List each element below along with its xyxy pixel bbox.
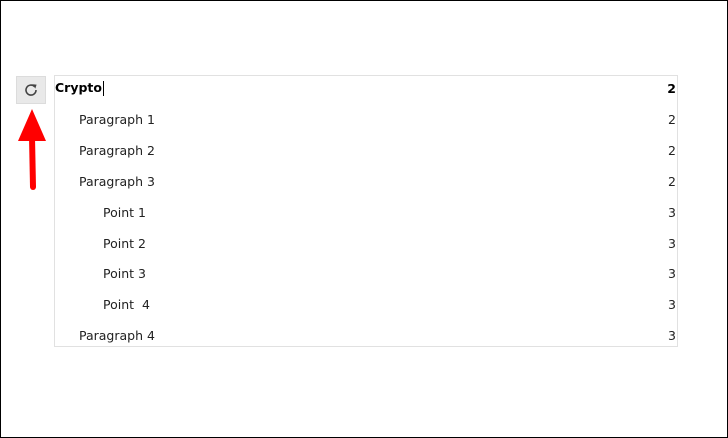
- toc-row-label: Paragraph 3: [79, 173, 155, 189]
- toc-row-level: 2: [668, 173, 676, 189]
- window-frame: Crypto 2 Paragraph 1 2 Paragraph 2 2 Par…: [0, 0, 728, 438]
- toc-row-point-4[interactable]: Point 4 3: [55, 294, 677, 314]
- toc-row-paragraph-2[interactable]: Paragraph 2 2: [55, 140, 677, 160]
- text-caret: [103, 81, 104, 96]
- toc-row-level: 2: [668, 111, 676, 127]
- toc-row-point-2[interactable]: Point 2 3: [55, 233, 677, 253]
- toc-row-level: 2: [668, 142, 676, 158]
- toc-row-point-1[interactable]: Point 1 3: [55, 202, 677, 222]
- toc-row-level: 3: [668, 204, 676, 220]
- toc-row-level: 3: [668, 296, 676, 312]
- refresh-button[interactable]: [16, 76, 46, 104]
- toc-row-label: Point 4: [103, 296, 150, 312]
- toc-row-label: Paragraph 4: [79, 327, 155, 343]
- toc-row-point-3[interactable]: Point 3 3: [55, 263, 677, 283]
- toc-row-label: Paragraph 1: [79, 111, 155, 127]
- toc-row-paragraph-4[interactable]: Paragraph 4 3: [55, 325, 677, 345]
- toc-row-crypto[interactable]: Crypto 2: [55, 78, 677, 98]
- toc-row-level: 3: [668, 327, 676, 343]
- table-of-contents: Crypto 2 Paragraph 1 2 Paragraph 2 2 Par…: [54, 75, 678, 347]
- toc-row-level: 3: [668, 265, 676, 281]
- toc-row-paragraph-1[interactable]: Paragraph 1 2: [55, 109, 677, 129]
- toc-row-level: 3: [668, 235, 676, 251]
- refresh-icon: [25, 84, 37, 96]
- toc-row-label: Paragraph 2: [79, 142, 155, 158]
- red-arrow-up-icon: [18, 109, 46, 190]
- toc-row-label: Crypto: [55, 80, 104, 96]
- toc-row-paragraph-3[interactable]: Paragraph 3 2: [55, 171, 677, 191]
- toc-row-level: 2: [667, 80, 676, 96]
- toc-row-label: Point 3: [103, 265, 146, 281]
- toc-row-label: Point 2: [103, 235, 146, 251]
- toc-row-label: Point 1: [103, 204, 146, 220]
